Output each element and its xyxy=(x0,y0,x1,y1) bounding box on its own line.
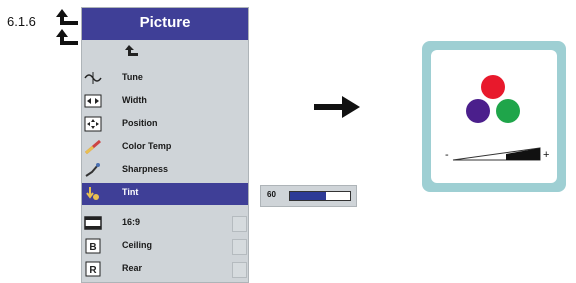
sharpness-icon xyxy=(85,163,100,177)
option-box[interactable] xyxy=(232,262,247,278)
menu-item-label: Sharpness xyxy=(122,164,169,174)
menu-item-sharpness[interactable]: Sharpness xyxy=(82,160,248,182)
rear-icon: R xyxy=(85,261,101,277)
tint-slider[interactable]: 60 xyxy=(260,185,357,207)
color-temp-icon xyxy=(85,139,101,155)
menu-item-label: Ceiling xyxy=(122,240,153,250)
width-icon xyxy=(84,94,102,108)
menu-item-tint[interactable]: Tint xyxy=(82,183,248,205)
step-number: 6.1.6 xyxy=(7,14,36,29)
option-box[interactable] xyxy=(232,216,247,232)
menu-item-label: Tune xyxy=(122,72,143,82)
menu-back-icon[interactable] xyxy=(124,44,140,60)
ramp-fill xyxy=(506,148,540,160)
tint-slider-track[interactable] xyxy=(289,191,351,201)
option-box[interactable] xyxy=(232,239,247,255)
menu-item-ceiling[interactable]: B Ceiling xyxy=(82,236,248,258)
menu-title: Picture xyxy=(82,8,248,40)
menu-item-position[interactable]: Position xyxy=(82,114,248,136)
minus-sign: - xyxy=(445,149,449,161)
menu-item-width[interactable]: Width xyxy=(82,91,248,113)
tint-icon xyxy=(86,187,99,200)
ceiling-icon: B xyxy=(85,238,101,254)
red-circle xyxy=(481,75,505,99)
green-circle xyxy=(496,99,520,123)
svg-text:B: B xyxy=(89,242,96,253)
menu-item-aspect-16-9[interactable]: 16:9 xyxy=(82,213,248,235)
menu-item-label: Rear xyxy=(122,263,143,273)
plus-sign: + xyxy=(543,149,549,161)
rgb-circles-icon: - + xyxy=(445,75,549,161)
menu-item-label: Position xyxy=(122,118,158,128)
tune-icon xyxy=(84,72,102,84)
purple-circle xyxy=(466,99,490,123)
right-arrow-icon xyxy=(314,96,360,118)
picture-menu: Picture Tune Width Position Color Temp S… xyxy=(81,7,249,283)
position-icon xyxy=(84,116,102,132)
tint-illustration-card: - + xyxy=(422,41,566,192)
menu-item-color-temp[interactable]: Color Temp xyxy=(82,137,248,159)
menu-item-label: 16:9 xyxy=(122,217,141,227)
menu-item-tune[interactable]: Tune xyxy=(82,68,248,90)
aspect-ratio-icon xyxy=(84,216,102,230)
svg-text:R: R xyxy=(89,265,97,276)
menu-item-label: Width xyxy=(122,95,147,105)
tint-slider-fill xyxy=(290,192,326,200)
menu-item-rear[interactable]: R Rear xyxy=(82,259,248,281)
menu-item-label: Tint xyxy=(122,187,139,197)
tint-value: 60 xyxy=(267,190,276,199)
menu-item-label: Color Temp xyxy=(122,141,172,151)
return-arrow-icon xyxy=(56,9,78,45)
